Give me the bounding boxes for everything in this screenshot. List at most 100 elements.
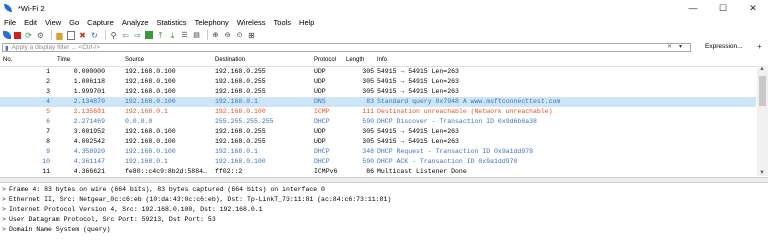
expand-icon[interactable]: > [2,226,9,233]
expand-icon[interactable]: > [2,186,9,193]
detail-text: Domain Name System (query) [9,226,111,233]
zoom-out-icon[interactable]: ⊖ [223,31,232,40]
packet-row-selected[interactable]: 4 2.134870 192.168.0.100 192.168.0.1 DNS 83 St… [0,97,756,107]
scroll-up-icon[interactable]: ▲ [759,66,765,72]
window-title: *Wi-Fi 2 [18,3,45,13]
packet-number: 3 [46,88,50,95]
packet-protocol: DHCP [314,148,330,155]
shark-fin-icon[interactable] [3,31,11,39]
column-info[interactable]: Info [377,57,387,63]
display-filter-input[interactable]: ▮ Apply a display filter ... <Ctrl-/> [2,43,691,52]
detail-row-frame[interactable]: > Frame 4: 83 bytes on wire (664 bits), 8… [2,186,325,196]
packet-time: 1.999701 [73,88,105,95]
zoom-in-icon[interactable]: ⊕ [211,31,220,40]
packet-row[interactable]: 3 1.999701 192.168.0.100 192.168.0.255 UDP 30… [0,87,756,97]
chevron-down-icon[interactable]: ▾ [679,43,682,50]
packet-length: 305 [362,128,374,135]
column-length[interactable]: Length [346,57,364,63]
packet-number: 8 [46,138,50,145]
scroll-down-icon[interactable]: ▼ [759,170,765,176]
menu-help[interactable]: Help [295,18,318,27]
expand-icon[interactable]: > [2,206,9,213]
packet-row[interactable]: 5 2.135681 192.168.0.1 192.168.0.100 ICMP 111… [0,107,756,117]
reload-icon[interactable]: ↻ [90,31,99,40]
packet-info: 54915 → 54915 Len=263 [377,68,459,75]
packet-info: DHCP Request - Transaction ID 0x9a1dd978 [377,148,534,155]
menu-tools[interactable]: Tools [270,18,296,27]
column-destination[interactable]: Destination [215,57,245,63]
minimize-button[interactable]: — [678,0,708,16]
wireshark-logo-icon [3,3,13,13]
packet-destination: 192.168.0.255 [215,78,266,85]
menu-file[interactable]: File [0,18,20,27]
packet-row[interactable]: 10 4.361147 192.168.0.1 192.168.0.100 DHCP 59… [0,157,756,167]
search-icon[interactable]: ⚲ [109,31,118,40]
detail-row-dns[interactable]: > Domain Name System (query) [2,226,110,236]
packet-list-scrollbar[interactable]: ▲ ▼ [757,66,768,176]
expand-icon[interactable]: > [2,216,9,223]
packet-row[interactable]: 6 2.271469 0.0.0.0 255.255.255.255 DHCP 590 DH… [0,117,756,127]
packet-row[interactable]: 9 4.358920 192.168.0.100 192.168.0.1 DHCP 348… [0,147,756,157]
packet-protocol: UDP [314,138,326,145]
zoom-normal-icon[interactable]: ⊙ [235,31,244,40]
last-packet-icon[interactable]: ⤓ [168,31,177,40]
close-icon[interactable]: ✖ [78,31,87,40]
packet-time: 1.006118 [73,78,105,85]
packet-row[interactable]: 11 4.366621 fe80::c4c9:8b2d:5884… ff02::2 IC… [0,167,756,176]
menu-go[interactable]: Go [65,18,83,27]
packet-destination: 192.168.0.255 [215,128,266,135]
first-packet-icon[interactable]: ⤒ [156,31,165,40]
column-protocol[interactable]: Protocol [314,57,336,63]
folder-icon[interactable]: ▆ [55,31,64,40]
packet-number: 2 [46,78,50,85]
resize-columns-icon[interactable]: ⊞ [247,31,256,40]
clear-filter-icon[interactable]: ✕ [667,43,672,50]
packet-info: 54915 → 54915 Len=263 [377,138,459,145]
packet-destination: 192.168.0.1 [215,148,258,155]
packet-source: 192.168.0.100 [125,128,176,135]
menu-wireless[interactable]: Wireless [233,18,270,27]
expression-button[interactable]: Expression... [705,43,743,50]
autoscroll-icon[interactable]: ☰ [180,31,189,40]
column-no[interactable]: No. [3,57,12,63]
add-filter-button[interactable]: + [757,42,762,51]
save-icon[interactable] [67,30,75,40]
packet-length: 348 [362,148,374,155]
close-window-button[interactable]: ✕ [738,0,768,16]
packet-protocol: ICMPv6 [314,168,338,175]
expand-icon[interactable]: > [2,196,9,203]
menu-edit[interactable]: Edit [20,18,41,27]
forward-arrow-icon[interactable]: ⇨ [133,31,142,40]
column-time[interactable]: Time [57,57,70,63]
stop-icon[interactable] [14,31,21,39]
packet-row[interactable]: 2 1.006118 192.168.0.100 192.168.0.255 UDP 30… [0,77,756,87]
menu-analyze[interactable]: Analyze [118,18,153,27]
title-bar: *Wi-Fi 2 — ☐ ✕ [0,0,768,16]
restart-icon[interactable]: ⟳ [24,31,33,40]
detail-row-ethernet[interactable]: > Ethernet II, Src: Netgear_0c:c6:eb (10:… [2,196,391,206]
packet-time: 4.361147 [73,158,105,165]
goto-packet-icon[interactable] [145,31,153,39]
packet-row[interactable]: 8 4.002542 192.168.0.100 192.168.0.255 UDP 30… [0,137,756,147]
menu-telephony[interactable]: Telephony [191,18,233,27]
maximize-button[interactable]: ☐ [708,0,738,16]
gear-icon[interactable]: ⚙ [36,31,45,40]
filter-placeholder: Apply a display filter ... <Ctrl-/> [11,44,101,51]
colorize-icon[interactable]: ▤ [192,31,201,40]
packet-row[interactable]: 7 3.001952 192.168.0.100 192.168.0.255 UDP 30… [0,127,756,137]
packet-row[interactable]: 1 0.000000 192.168.0.100 192.168.0.255 UDP 30… [0,67,756,77]
menu-view[interactable]: View [41,18,65,27]
detail-row-udp[interactable]: > User Datagram Protocol, Src Port: 59213… [2,216,216,226]
packet-length: 305 [362,78,374,85]
packet-protocol: ICMP [314,108,330,115]
menu-capture[interactable]: Capture [83,18,118,27]
detail-row-ipv4[interactable]: > Internet Protocol Version 4, Src: 192.1… [2,206,263,216]
packet-number: 5 [46,108,50,115]
scrollbar-thumb[interactable] [759,76,766,106]
column-source[interactable]: Source [125,57,144,63]
bookmark-icon[interactable]: ▮ [5,44,9,52]
menu-statistics[interactable]: Statistics [153,18,191,27]
packet-info: Destination unreachable (Network unreach… [377,108,553,115]
pane-splitter[interactable] [0,177,768,183]
back-arrow-icon[interactable]: ⇦ [121,31,130,40]
